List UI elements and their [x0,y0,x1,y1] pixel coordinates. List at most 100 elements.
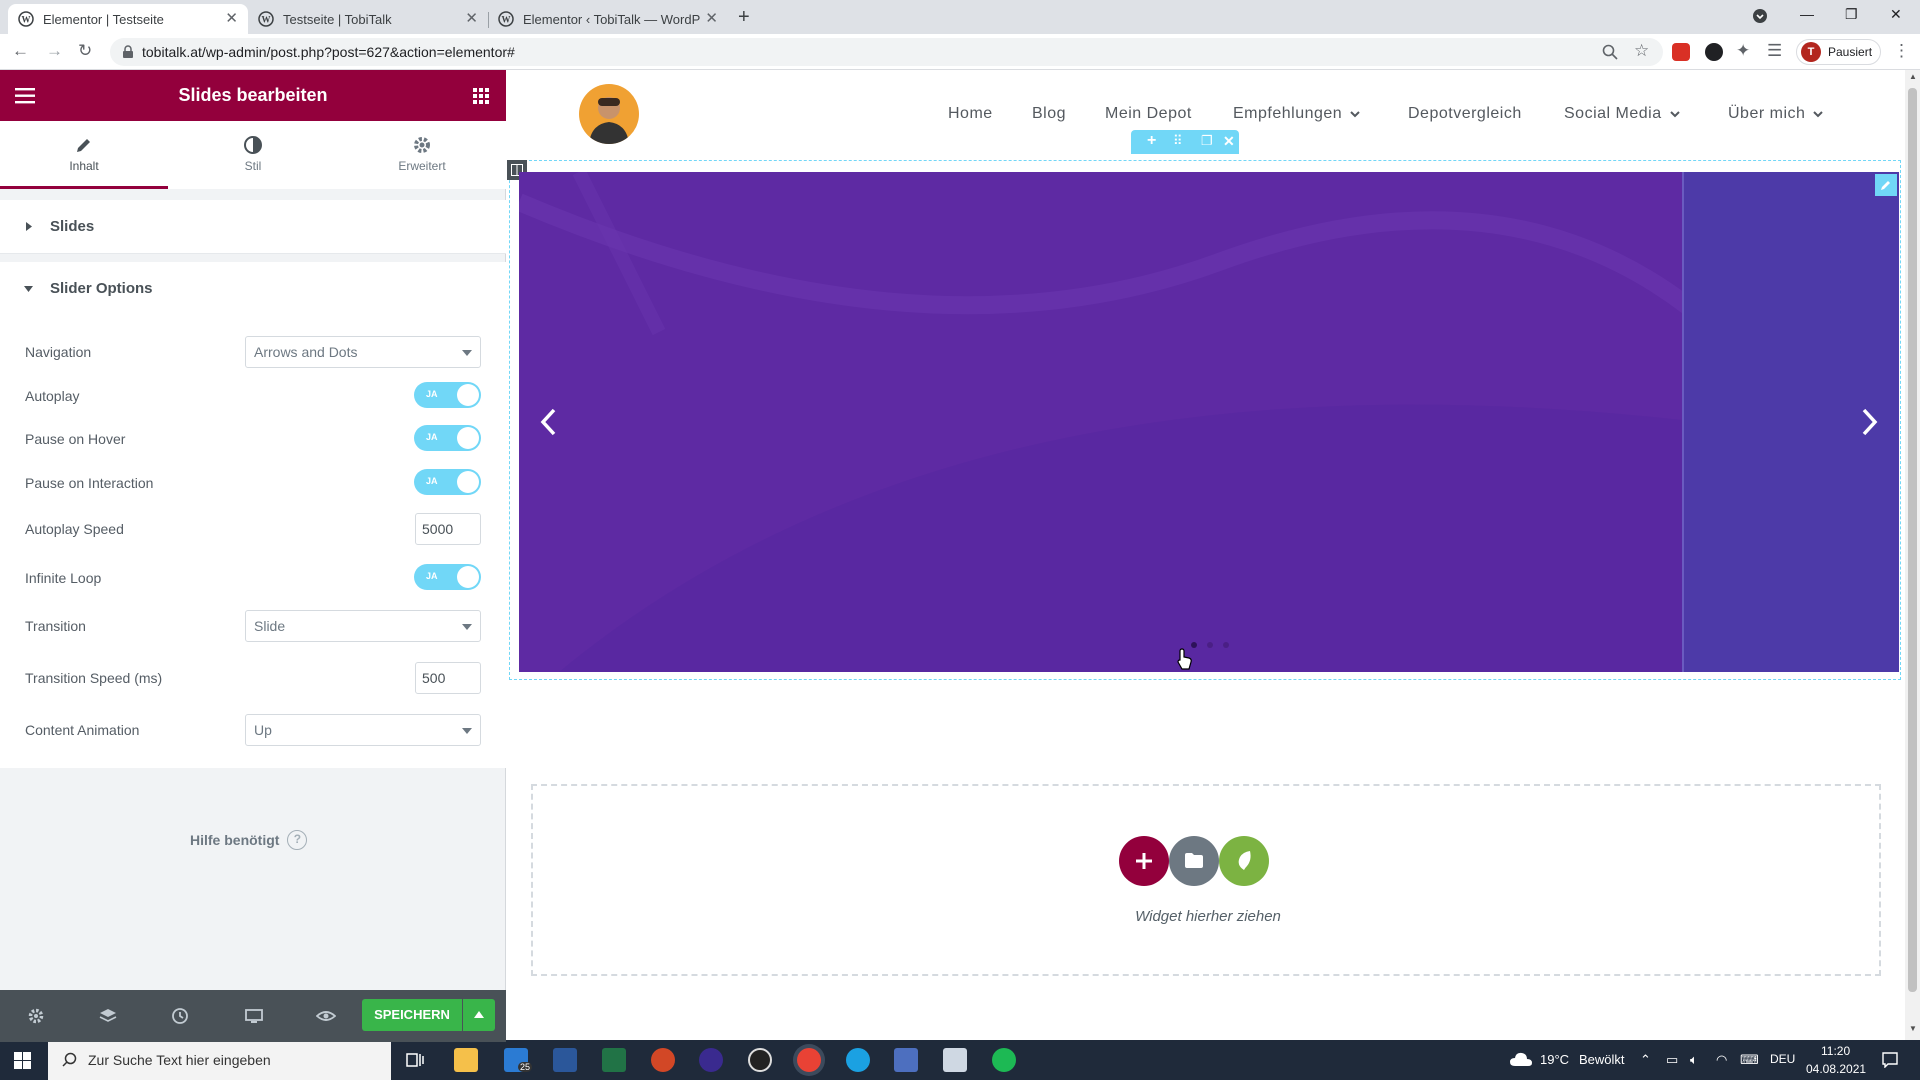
duplicate-icon[interactable]: ❐ [1201,133,1213,149]
layers-icon[interactable] [98,1006,118,1026]
extensions-icon[interactable]: ✦ [1736,42,1750,60]
search-icon [62,1052,77,1067]
taskbar-search[interactable]: Zur Suche Text hier eingeben [48,1040,391,1080]
section-slider-options[interactable]: Slider Options [0,262,506,316]
address-bar[interactable]: tobitalk.at/wp-admin/post.php?post=627&a… [110,38,1663,66]
autoplay-speed-input[interactable]: 5000 [415,513,481,545]
volume-icon[interactable]: 🔈︎ [1690,1052,1698,1068]
autoplay-toggle[interactable]: JA [414,382,481,408]
edge-icon[interactable] [846,1048,870,1072]
add-template-button[interactable] [1169,836,1219,886]
keyboard-icon[interactable]: ⌨︎ [1740,1052,1759,1068]
browser-tab-1[interactable]: W Elementor | Testseite ✕ [8,4,248,34]
adblock-icon[interactable] [1672,43,1690,61]
nav-blog[interactable]: Blog [1032,105,1066,123]
settings-icon[interactable] [26,1006,46,1026]
widgets-grid-icon[interactable] [473,88,489,104]
app-icon[interactable] [894,1048,918,1072]
battery-icon[interactable]: ▭ [1666,1052,1678,1068]
browser-tab-3[interactable]: W Elementor ‹ TobiTalk — WordPress ✕ [488,4,728,34]
transition-select[interactable]: Slide [245,610,481,642]
excel-icon[interactable] [602,1048,626,1072]
powerpoint-icon[interactable] [651,1048,675,1072]
save-options-button[interactable] [463,999,495,1031]
task-view-icon[interactable] [406,1052,424,1068]
back-icon[interactable]: ← [12,42,29,60]
edit-widget-button[interactable] [1875,174,1897,196]
wifi-icon[interactable]: ◠ [1716,1052,1727,1068]
minimize-icon[interactable]: — [1800,6,1814,22]
history-icon[interactable] [170,1006,190,1026]
new-tab-icon[interactable]: + [738,7,750,27]
prev-arrow-icon[interactable] [539,407,559,437]
page-scrollbar[interactable]: ▲ ▼ [1905,70,1920,1040]
section-slides[interactable]: Slides [0,200,506,254]
save-button[interactable]: SPEICHERN [362,999,462,1031]
close-icon[interactable]: ✕ [465,11,478,26]
delete-icon[interactable]: ✕ [1223,133,1235,150]
windows-start-icon[interactable] [14,1052,31,1069]
tab-search-icon[interactable] [1752,8,1768,24]
envato-kit-button[interactable] [1219,836,1269,886]
nav-mein-depot[interactable]: Mein Depot [1105,105,1192,123]
transition-speed-input[interactable]: 500 [415,662,481,694]
tab-stil[interactable]: Stil [169,121,337,189]
scroll-up-icon[interactable]: ▲ [1909,72,1917,81]
eye-icon[interactable] [316,1006,336,1026]
word-icon[interactable] [553,1048,577,1072]
close-window-icon[interactable]: ✕ [1890,6,1902,23]
spotify-icon[interactable] [992,1048,1016,1072]
tab-inhalt[interactable]: Inhalt [0,121,168,189]
help-link[interactable]: Hilfe benötigt ? [190,830,308,850]
restore-icon[interactable]: ❐ [1845,6,1858,23]
close-icon[interactable]: ✕ [705,11,718,26]
nav-home[interactable]: Home [948,105,993,123]
mouse-cursor-icon [1177,648,1192,670]
language-indicator[interactable]: DEU [1770,1052,1795,1066]
file-explorer-icon[interactable] [454,1048,478,1072]
pause-hover-toggle[interactable]: JA [414,425,481,451]
navigation-select[interactable]: Arrows and Dots [245,336,481,368]
add-section-icon[interactable]: + [1147,132,1156,150]
forward-icon[interactable]: → [46,42,63,60]
tray-chevron-icon[interactable]: ⌃ [1640,1052,1651,1068]
slides-widget[interactable] [519,172,1899,672]
slider-dot[interactable] [1207,642,1213,648]
notifications-icon[interactable] [1882,1052,1898,1068]
site-logo[interactable] [579,84,639,144]
menu-icon[interactable]: ⋮ [1893,42,1910,60]
scroll-down-icon[interactable]: ▼ [1909,1024,1917,1033]
slider-dot[interactable] [1223,642,1229,648]
clock-date[interactable]: 04.08.2021 [1806,1062,1866,1076]
drag-handle-icon[interactable]: ⠿ [1173,133,1183,149]
content-animation-select[interactable]: Up [245,714,481,746]
reload-icon[interactable]: ↻ [78,42,92,60]
pause-interaction-toggle[interactable]: JA [414,469,481,495]
nav-depotvergleich[interactable]: Depotvergleich [1408,105,1522,123]
clock-time[interactable]: 11:20 [1821,1044,1850,1058]
nav-ueber-mich[interactable]: Über mich [1728,105,1824,123]
app-icon[interactable] [699,1048,723,1072]
mail-icon[interactable]: 25 [504,1048,533,1072]
close-icon[interactable]: ✕ [225,11,238,26]
infinite-loop-toggle[interactable]: JA [414,564,481,590]
notepad-icon[interactable] [943,1048,967,1072]
weather-text[interactable]: Bewölkt [1579,1052,1625,1067]
chrome-icon[interactable] [797,1048,821,1072]
zoom-icon[interactable] [1602,44,1618,60]
browser-tab-2[interactable]: W Testseite | TobiTalk ✕ [248,4,488,34]
nav-social-media[interactable]: Social Media [1564,105,1680,123]
grammarly-icon[interactable] [1705,43,1723,61]
tab-erweitert[interactable]: Erweitert [338,121,506,189]
star-icon[interactable]: ☆ [1634,41,1649,61]
responsive-icon[interactable] [244,1006,264,1026]
reading-list-icon[interactable]: ☰ [1767,42,1782,60]
profile-button[interactable]: T Pausiert [1796,39,1881,65]
nav-empfehlungen[interactable]: Empfehlungen [1233,105,1360,123]
scrollbar-thumb[interactable] [1908,88,1917,992]
add-section-dropzone[interactable]: Widget hierher ziehen [531,784,1881,976]
next-arrow-icon[interactable] [1859,407,1879,437]
weather-temp[interactable]: 19°C [1540,1052,1569,1067]
obs-icon[interactable] [748,1048,772,1072]
add-new-section-button[interactable] [1119,836,1169,886]
